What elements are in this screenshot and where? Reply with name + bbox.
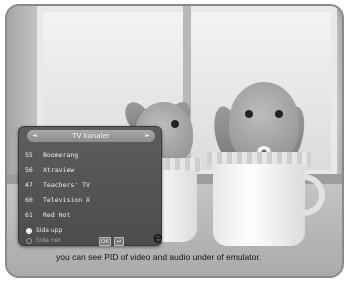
channel-row[interactable]: 47 Teachers' TV: [25, 177, 157, 192]
back-icon[interactable]: ↩: [114, 237, 124, 246]
page-up-option[interactable]: Sida upp: [26, 227, 62, 234]
radio-selected-icon: [26, 227, 32, 234]
arrow-right-icon[interactable]: ►: [145, 131, 150, 141]
radio-unselected-icon: [26, 237, 32, 244]
page-down-option[interactable]: Sida ner: [26, 237, 61, 244]
channel-number: 60: [25, 195, 33, 204]
channel-row[interactable]: 56 Xtraview: [25, 162, 157, 177]
channel-list-panel: ◄ TV kanaler ► 55 Boomerang 56 Xtraview …: [18, 126, 162, 246]
channel-name: Television X: [43, 195, 90, 204]
channel-name: Red Hot: [43, 210, 71, 219]
ok-button[interactable]: OK: [99, 237, 111, 246]
channel-row[interactable]: 60 Television X: [25, 192, 157, 207]
channel-list-header: ◄ TV kanaler ►: [27, 130, 155, 142]
caption-text: you can see PID of video and audio under…: [56, 252, 262, 262]
bunny-eye: [245, 110, 253, 118]
channel-name: Teachers' TV: [43, 180, 90, 189]
channel-row[interactable]: 61 Red Hot: [25, 207, 157, 222]
cup: [213, 164, 305, 246]
tv-screen: ◄ TV kanaler ► 55 Boomerang 56 Xtraview …: [5, 4, 344, 278]
page-down-label: Sida ner: [36, 237, 61, 244]
channel-row[interactable]: 55 Boomerang: [25, 147, 157, 162]
channel-number: 55: [25, 150, 33, 159]
channel-name: Xtraview: [43, 165, 75, 174]
channel-list: 55 Boomerang 56 Xtraview 47 Teachers' TV…: [25, 147, 157, 222]
channel-number: 47: [25, 180, 33, 189]
channel-number: 56: [25, 165, 33, 174]
partial-heading: e: [153, 228, 163, 247]
channel-list-title: TV kanaler: [72, 132, 110, 140]
arrow-left-icon[interactable]: ◄: [32, 131, 37, 141]
bunny-eye: [171, 120, 179, 128]
channel-name: Boomerang: [43, 150, 79, 159]
page-up-label: Sida upp: [36, 227, 63, 234]
channel-number: 61: [25, 210, 33, 219]
bunny-eye: [275, 110, 283, 118]
